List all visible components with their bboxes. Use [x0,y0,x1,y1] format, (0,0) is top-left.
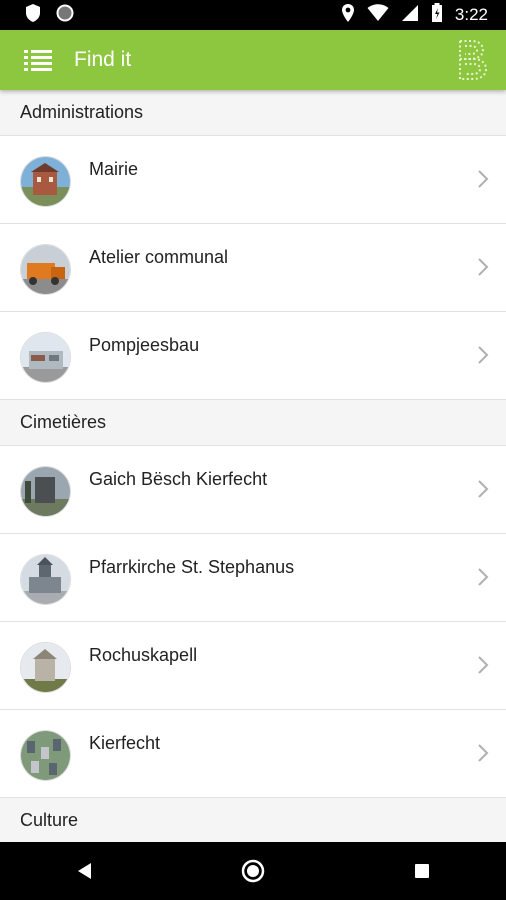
chevron-right-icon [478,656,489,674]
chevron-right-icon [478,258,489,276]
location-icon [341,3,355,28]
chevron-right-icon [478,346,489,364]
system-nav-bar [0,842,506,900]
list-item-mairie[interactable]: Mairie [0,136,506,224]
wifi-icon [367,3,389,27]
status-bar: 3:22 [0,0,506,30]
list-item-label: Rochuskapell [89,645,198,665]
back-icon[interactable] [64,851,104,891]
chevron-right-icon [478,744,489,762]
section-header-administrations: Administrations [0,90,506,136]
section-header-culture: Culture [0,798,506,842]
list-menu-icon[interactable] [20,42,56,78]
section-title: Culture [20,810,79,830]
place-thumbnail [20,730,71,781]
home-icon[interactable] [233,851,273,891]
list-item-kierfecht[interactable]: Kierfecht [0,710,506,798]
section-title: Administrations [20,102,144,122]
place-thumbnail [20,244,71,295]
list-item-gaich-besch-kierfecht[interactable]: Gaich Bësch Kierfecht [0,446,506,534]
chevron-right-icon [478,480,489,498]
place-thumbnail [20,156,71,207]
chevron-right-icon [478,568,489,586]
battery-icon [431,2,443,28]
list-item-label: Gaich Bësch Kierfecht [89,469,268,489]
place-thumbnail [20,642,71,693]
list-item-label: Atelier communal [89,247,229,267]
list-item-rochuskapell[interactable]: Rochuskapell [0,622,506,710]
chevron-right-icon [478,170,489,188]
list-item-pompjeesbau[interactable]: Pompjeesbau [0,312,506,400]
section-header-cimetieres: Cimetières [0,400,506,446]
section-title: Cimetières [20,412,107,432]
app-bar: Find it [0,30,506,90]
circle-icon [56,4,74,27]
shield-icon [24,3,42,28]
list-item-label: Mairie [89,159,139,179]
place-thumbnail [20,554,71,605]
page-title: Find it [74,48,132,71]
brand-logo-icon [454,38,490,82]
status-time: 3:22 [454,5,488,24]
place-list[interactable]: Administrations Mairie Atelier communal … [0,90,506,842]
place-thumbnail [20,466,71,517]
place-thumbnail [20,332,71,383]
list-item-label: Pfarrkirche St. Stephanus [89,557,295,577]
list-item-label: Kierfecht [89,733,161,753]
list-item-atelier-communal[interactable]: Atelier communal [0,224,506,312]
list-item-label: Pompjeesbau [89,335,200,355]
recents-icon[interactable] [402,851,442,891]
list-item-pfarrkirche-st-stephanus[interactable]: Pfarrkirche St. Stephanus [0,534,506,622]
signal-icon [401,4,419,27]
